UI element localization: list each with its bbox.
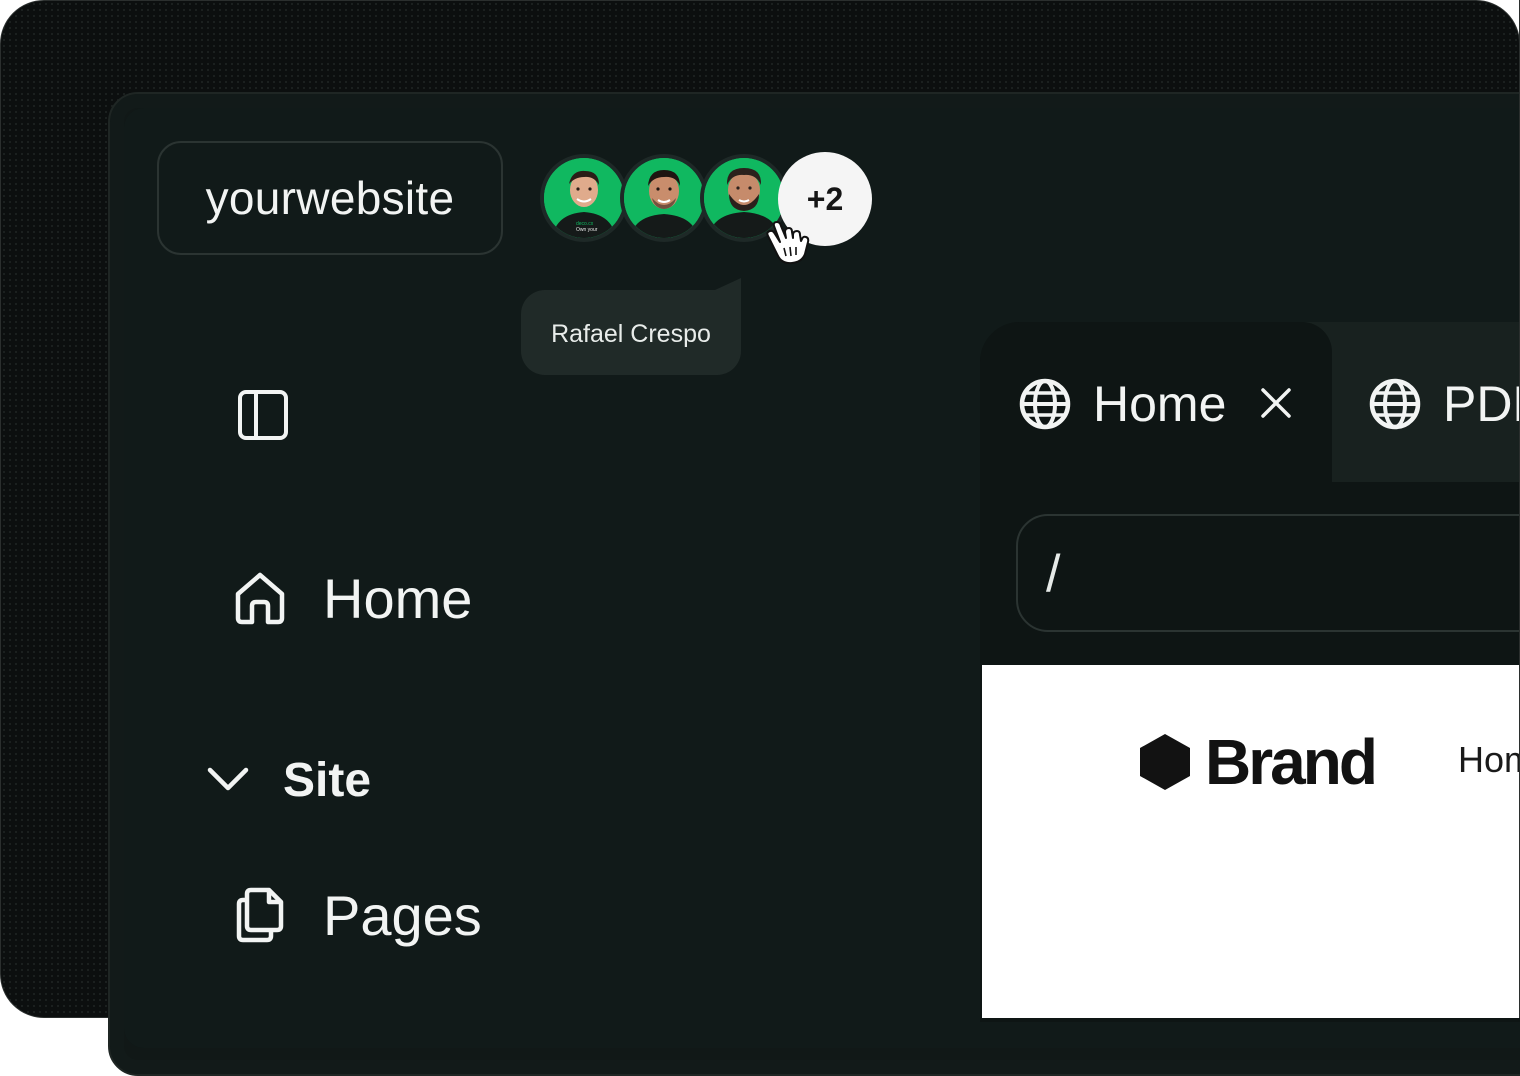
- url-value: /: [1046, 545, 1061, 603]
- preview-nav-home[interactable]: Home: [1458, 742, 1520, 778]
- site-preview: [982, 665, 1520, 1018]
- collaborator-avatar-1[interactable]: deco.cx Own your: [540, 154, 628, 242]
- tooltip-name: Rafael Crespo: [551, 320, 711, 348]
- hand-cursor-icon: [766, 221, 810, 265]
- chevron-down-icon: [207, 767, 249, 791]
- more-collaborators-count: +2: [806, 180, 844, 217]
- collaborator-avatar-2[interactable]: [620, 154, 708, 242]
- tab-pdp-label: PDP: [1443, 376, 1520, 432]
- brand-logo-text: Brand: [1205, 726, 1378, 798]
- site-selector-button[interactable]: yourwebsite: [157, 141, 503, 255]
- tab-home-label: Home: [1093, 376, 1227, 432]
- section-label: Site: [283, 754, 372, 807]
- pages-icon: [236, 887, 284, 943]
- globe-icon: [1019, 378, 1071, 430]
- globe-icon: [1369, 378, 1421, 430]
- shirt-text-2: Own your: [576, 227, 598, 233]
- url-input[interactable]: [1016, 514, 1520, 632]
- site-name: yourwebsite: [205, 172, 455, 224]
- home-icon: [235, 572, 285, 625]
- hexagon-logo-icon: [1140, 734, 1190, 790]
- sidebar-item-label: Pages: [323, 884, 482, 947]
- close-icon[interactable]: [1259, 386, 1293, 420]
- collaborator-tooltip: Rafael Crespo: [521, 278, 741, 375]
- sidebar-item-label: Home: [323, 567, 473, 630]
- sidebar-panel-icon[interactable]: [238, 390, 288, 440]
